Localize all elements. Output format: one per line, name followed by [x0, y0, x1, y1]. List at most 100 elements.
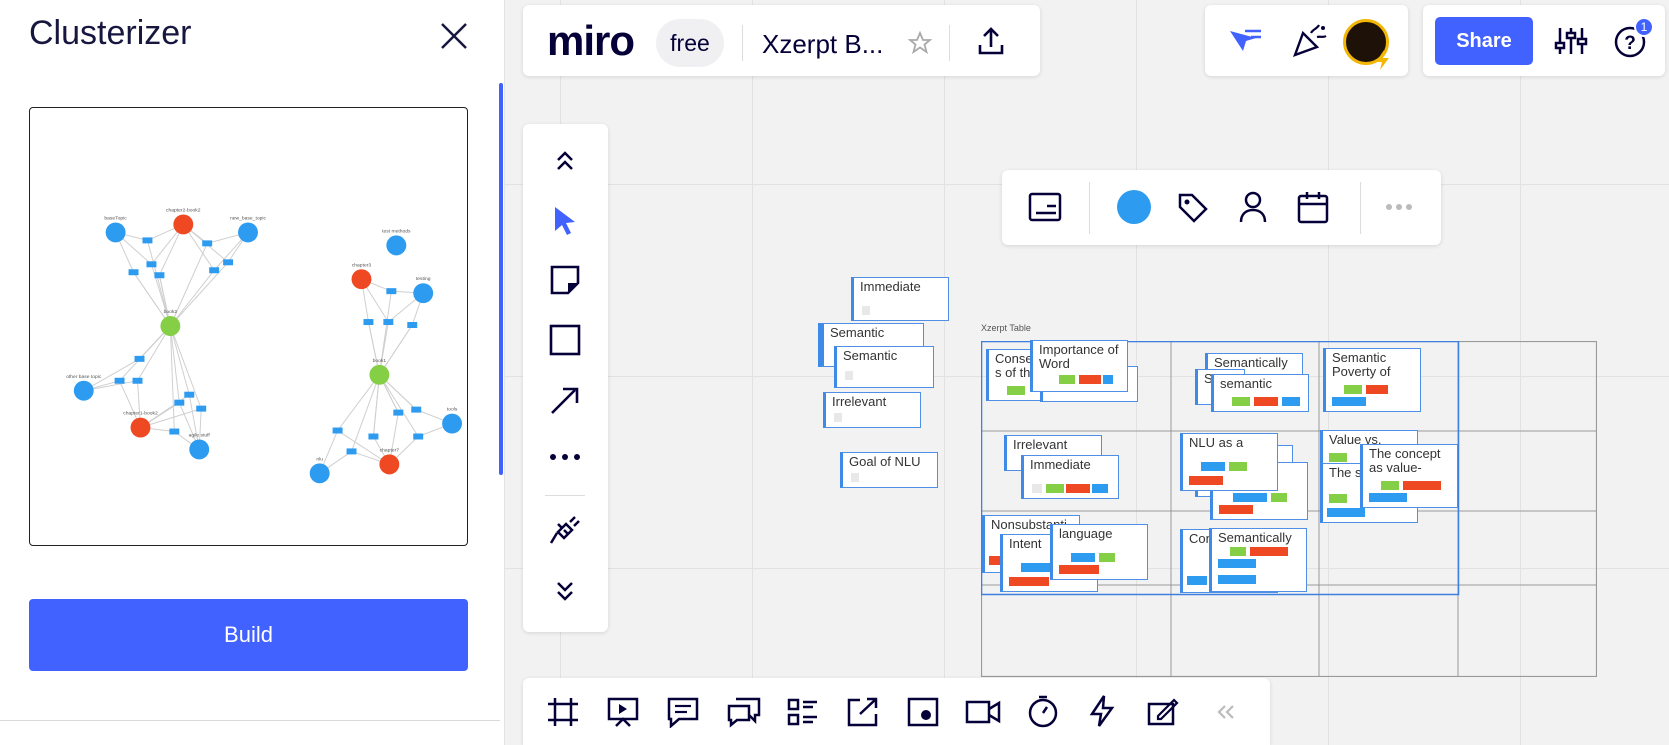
tag-icon[interactable]	[1177, 192, 1209, 224]
graph-link-node	[128, 269, 139, 276]
graph-link-node	[114, 377, 125, 384]
graph-node	[73, 380, 94, 401]
board-name[interactable]: Xzerpt B...	[762, 29, 883, 60]
card-tag	[1250, 547, 1288, 556]
divider	[1089, 182, 1090, 234]
card-icon[interactable]	[1028, 192, 1062, 222]
card-importance-of-word[interactable]: Importance of Word	[1030, 340, 1128, 392]
assignee-icon[interactable]	[1238, 190, 1268, 224]
lightning-icon[interactable]	[1088, 694, 1116, 728]
panel-divider	[0, 720, 500, 721]
card-semantically-bottom[interactable]: Semantically	[1209, 528, 1307, 592]
card-nlu-as-a[interactable]: NLU as a	[1180, 433, 1278, 491]
card-title: semantic	[1220, 376, 1273, 391]
graph-node	[309, 463, 330, 484]
graph-node	[386, 235, 407, 256]
miro-logo[interactable]: miro	[547, 17, 635, 65]
timer-icon[interactable]	[1026, 694, 1060, 728]
context-toolbar	[1002, 170, 1441, 245]
graph-link-node	[209, 267, 220, 274]
plan-badge[interactable]: free	[656, 19, 724, 67]
graph-node	[238, 222, 258, 243]
graph-node-label: chapter1-book2	[123, 411, 158, 417]
panel-scrollbar[interactable]	[499, 83, 503, 475]
left-toolbar	[523, 124, 608, 632]
card-tag	[1282, 397, 1300, 406]
date-icon[interactable]	[1297, 190, 1329, 224]
card-tag	[1369, 493, 1407, 502]
divider	[1360, 182, 1361, 234]
graph-link-node	[146, 261, 157, 268]
color-swatch-icon[interactable]	[1117, 190, 1151, 224]
presentation-icon[interactable]	[606, 696, 640, 728]
graph-node	[173, 214, 194, 235]
card-language[interactable]: language	[1050, 524, 1148, 580]
card-semantic-small[interactable]: semantic	[1211, 374, 1309, 412]
cluster-graph[interactable]: baseTopic chapter2-book2 new_base_topicboo…	[29, 107, 468, 546]
rectangle-icon[interactable]	[549, 324, 581, 356]
graph-node	[413, 283, 434, 304]
graph-node-label: testing	[416, 276, 431, 282]
card-tag	[1032, 484, 1042, 493]
comments-icon[interactable]	[666, 696, 700, 728]
share-screen-icon[interactable]	[846, 696, 880, 728]
export-icon[interactable]	[975, 25, 1007, 57]
card-tag	[862, 306, 870, 315]
card-the-concept[interactable]: The concept as value-	[1360, 444, 1458, 508]
card-title: Semantically	[1214, 355, 1288, 370]
card-title: NLU as a	[1189, 435, 1244, 450]
card-tag	[1187, 576, 1207, 585]
graph-node-label: nlu	[316, 456, 323, 462]
card-tag	[1218, 575, 1256, 584]
graph-node	[189, 439, 210, 460]
card-title: Immediate	[860, 279, 921, 294]
card-tag	[1232, 397, 1250, 406]
cards-list-icon[interactable]	[786, 696, 820, 728]
card-irrelevant[interactable]: Irrelevant	[823, 392, 921, 428]
collapse-up-icon[interactable]	[552, 150, 578, 172]
frames-icon[interactable]	[546, 696, 580, 728]
sticky-note-icon[interactable]	[549, 264, 581, 296]
more-icon[interactable]	[1385, 202, 1413, 212]
card-semantic[interactable]: Semantic	[834, 346, 934, 388]
graph-link-node	[411, 406, 422, 413]
card-title: Immediate	[1030, 457, 1091, 472]
embed-icon[interactable]	[906, 696, 940, 728]
build-button[interactable]: Build	[29, 599, 468, 671]
graph-node-label: chapter2-book2	[166, 208, 201, 214]
card-goal-of-nlu[interactable]: Goal of NLU	[840, 452, 938, 488]
card-tag	[1271, 493, 1287, 502]
cursor-follow-icon[interactable]	[1227, 25, 1263, 57]
celebrate-icon[interactable]	[1291, 23, 1329, 59]
card-tag	[1327, 508, 1365, 517]
card-tag	[1079, 375, 1101, 384]
graph-node-label: book1	[373, 358, 387, 364]
graph-link-node	[383, 319, 394, 326]
graph-edge	[169, 261, 229, 327]
notification-badge: 1	[1634, 17, 1654, 37]
video-icon[interactable]	[964, 696, 1002, 728]
select-icon[interactable]	[550, 204, 580, 238]
plan-label: free	[670, 29, 710, 56]
settings-sliders-icon[interactable]	[1554, 25, 1588, 57]
collapse-left-icon[interactable]	[1215, 702, 1237, 722]
expand-down-icon[interactable]	[552, 580, 578, 602]
card-tag	[1009, 577, 1049, 586]
notes-icon[interactable]	[1146, 696, 1180, 728]
graph-node-label: agile stuff	[189, 432, 211, 438]
card-tag	[1366, 385, 1388, 394]
card-immediate-table[interactable]: Immediate	[1021, 455, 1119, 499]
more-icon[interactable]	[549, 452, 581, 462]
graph-node-label: test methods	[382, 228, 411, 234]
card-immediate[interactable]: Immediate	[851, 277, 949, 321]
panel-title: Clusterizer	[29, 14, 192, 52]
arrow-icon[interactable]	[549, 384, 581, 416]
card-tag	[1381, 481, 1399, 490]
chat-icon[interactable]	[726, 696, 762, 728]
close-icon[interactable]	[436, 18, 472, 54]
plugin-icon[interactable]	[548, 510, 582, 546]
graph-node	[379, 454, 400, 475]
card-semantic-poverty[interactable]: Semantic Poverty of	[1323, 348, 1421, 412]
star-icon[interactable]	[908, 31, 932, 55]
share-button[interactable]: Share	[1435, 17, 1533, 65]
